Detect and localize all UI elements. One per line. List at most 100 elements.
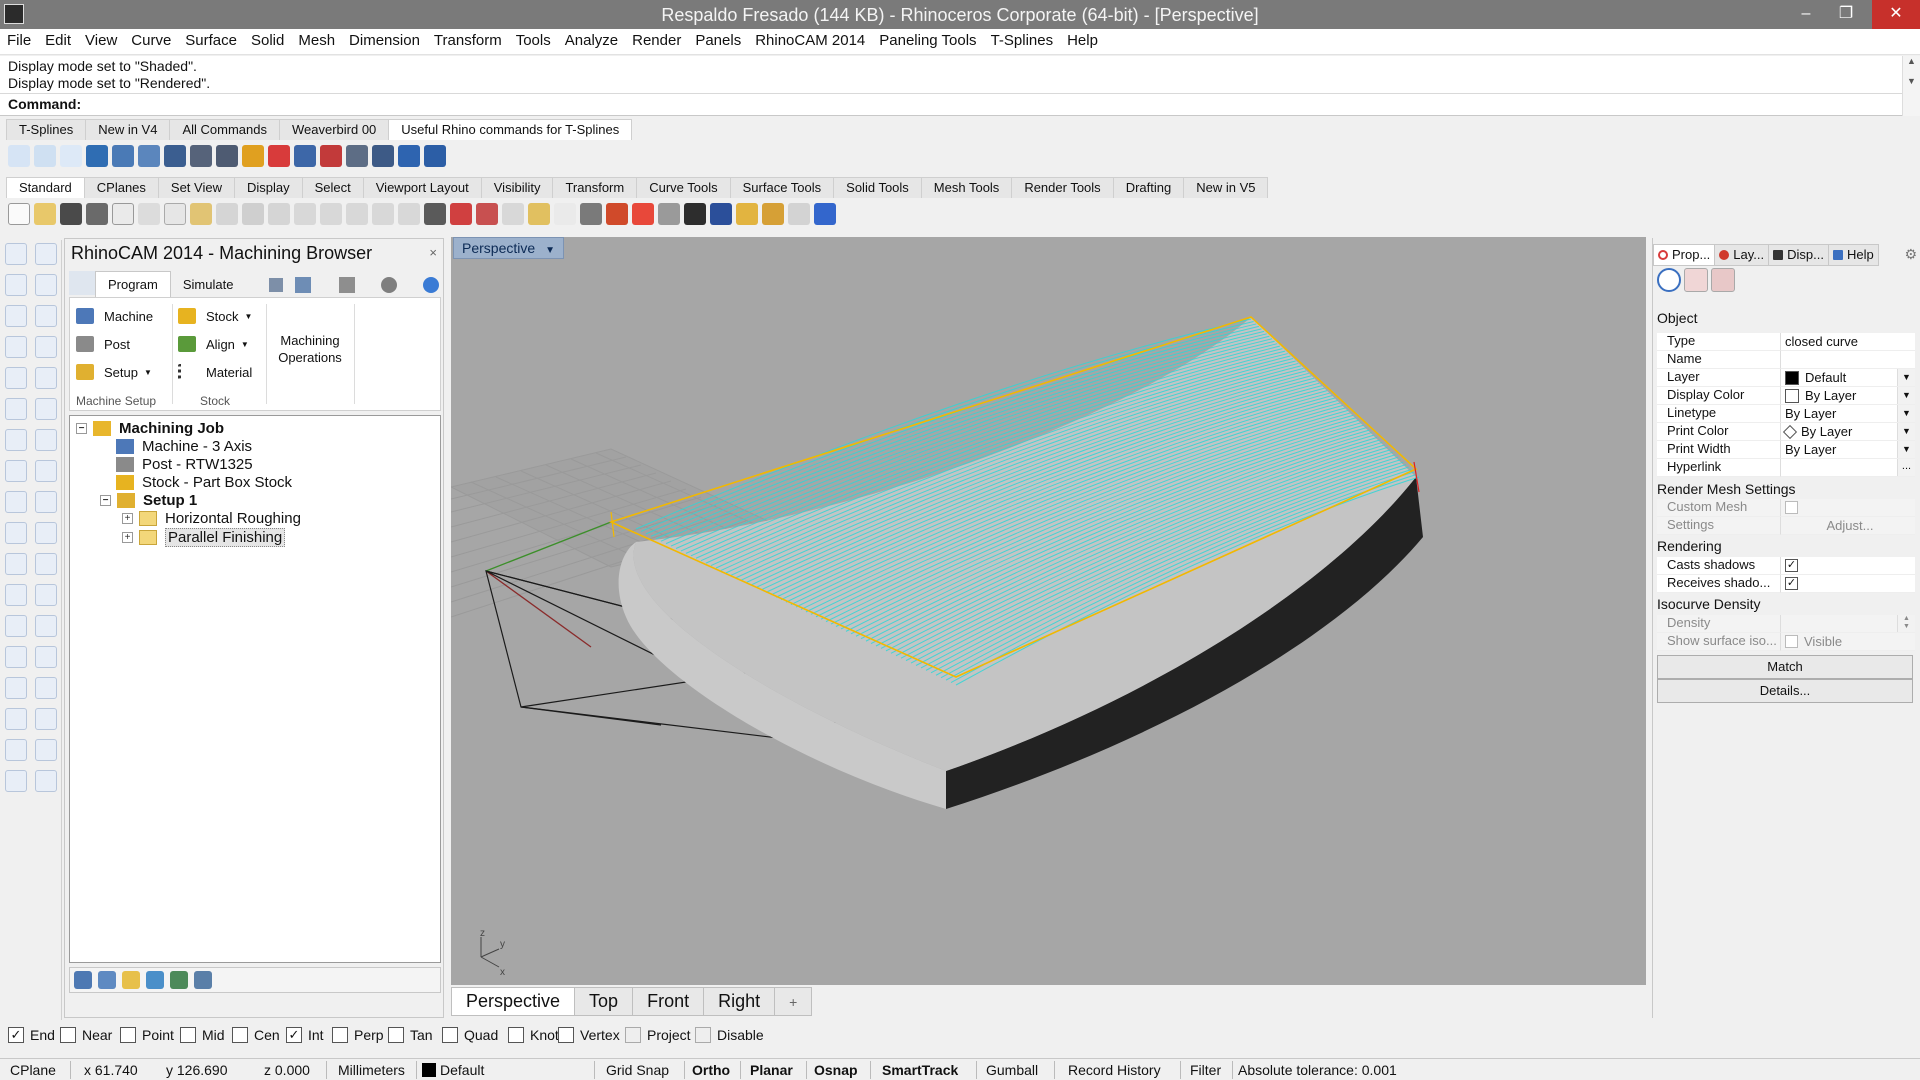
tab-curve-tools[interactable]: Curve Tools: [636, 177, 731, 198]
check-icon[interactable]: [35, 739, 57, 761]
tab-help[interactable]: Help: [1827, 244, 1879, 266]
tspline-plane-icon[interactable]: [164, 145, 186, 167]
arc-icon[interactable]: [5, 367, 27, 389]
shaded-sphere-icon[interactable]: [658, 203, 680, 225]
planar-toggle[interactable]: Planar: [750, 1062, 793, 1078]
collapse-icon[interactable]: [269, 278, 284, 293]
casts-shadows-checkbox[interactable]: ✓: [1785, 559, 1798, 572]
tab-set-view[interactable]: Set View: [157, 177, 235, 198]
osnap-checkbox[interactable]: [558, 1027, 574, 1043]
tab-transform[interactable]: Transform: [552, 177, 638, 198]
tab-all-commands[interactable]: All Commands: [169, 119, 280, 140]
tree-node-horizontal-roughing[interactable]: + Horizontal Roughing: [122, 510, 301, 527]
tab-tsplines[interactable]: T-Splines: [6, 119, 87, 140]
rendered-sphere-icon[interactable]: [684, 203, 706, 225]
menu-dimension[interactable]: Dimension: [342, 29, 427, 49]
undo-view-icon[interactable]: [398, 203, 420, 225]
grid-array-icon[interactable]: [5, 708, 27, 730]
help-icon[interactable]: [814, 203, 836, 225]
tab-weaverbird[interactable]: Weaverbird 00: [278, 119, 390, 140]
ellipse-icon[interactable]: [35, 305, 57, 327]
tspline-cube-icon[interactable]: [190, 145, 212, 167]
tab-program[interactable]: Program: [95, 271, 171, 297]
filter-icon[interactable]: [736, 203, 758, 225]
machine-button[interactable]: Machine: [76, 308, 153, 324]
fillet-curve-icon[interactable]: [35, 367, 57, 389]
boolean-icon[interactable]: [5, 491, 27, 513]
tree-node-job[interactable]: − Machining Job: [76, 420, 224, 437]
tspline-crease-icon[interactable]: [112, 145, 134, 167]
density-spinner[interactable]: ▲ ▼: [1897, 615, 1915, 632]
tab-display[interactable]: Display: [233, 177, 303, 198]
osnap-checkbox[interactable]: ✓: [8, 1027, 24, 1043]
tab-new-in-v5[interactable]: New in V5: [1183, 177, 1269, 198]
tree-node-parallel-finishing[interactable]: + Parallel Finishing: [122, 528, 286, 547]
save-icon[interactable]: [60, 203, 82, 225]
osnap-point[interactable]: Point: [120, 1027, 174, 1043]
gumball-toggle[interactable]: Gumball: [986, 1062, 1038, 1078]
car-icon[interactable]: [450, 203, 472, 225]
osnap-tan[interactable]: Tan: [388, 1027, 433, 1043]
browser-tools-icon[interactable]: [339, 277, 356, 294]
object-properties-icon[interactable]: [1657, 268, 1681, 292]
tab-viewport-layout[interactable]: Viewport Layout: [362, 177, 482, 198]
command-scrollbar[interactable]: ▲ ▼: [1902, 56, 1920, 116]
menu-surface[interactable]: Surface: [178, 29, 244, 49]
ortho-toggle[interactable]: Ortho: [692, 1062, 730, 1078]
osnap-checkbox[interactable]: [120, 1027, 136, 1043]
menu-help[interactable]: Help: [1060, 29, 1105, 49]
menu-curve[interactable]: Curve: [124, 29, 178, 49]
print-icon[interactable]: [86, 203, 108, 225]
close-button[interactable]: ✕: [1872, 0, 1920, 29]
chevron-down-icon[interactable]: ▼: [1897, 441, 1915, 458]
machining-operations-button[interactable]: Machining Operations: [270, 332, 350, 366]
cplane-icon[interactable]: [502, 203, 524, 225]
align-button[interactable]: Align ▼: [178, 336, 249, 352]
expand-toggle[interactable]: +: [122, 532, 133, 543]
tab-surface-tools[interactable]: Surface Tools: [729, 177, 835, 198]
loft-icon[interactable]: [35, 398, 57, 420]
tab-new-in-v4[interactable]: New in V4: [85, 119, 171, 140]
tspline-sphere-icon[interactable]: [60, 145, 82, 167]
layer-icon[interactable]: [606, 203, 628, 225]
tab-useful-rhino-commands[interactable]: Useful Rhino commands for T-Splines: [388, 119, 633, 140]
osnap-checkbox[interactable]: [60, 1027, 76, 1043]
visible-checkbox[interactable]: [1785, 635, 1798, 648]
tspline-extract-icon[interactable]: [320, 145, 342, 167]
filter-toggle[interactable]: Filter: [1190, 1062, 1221, 1078]
tab-simulate[interactable]: Simulate: [171, 272, 246, 297]
tspline-grid-icon[interactable]: [346, 145, 368, 167]
name-field[interactable]: [1781, 351, 1915, 369]
layer-select[interactable]: Default ▼: [1781, 369, 1915, 387]
four-view-icon[interactable]: [424, 203, 446, 225]
osnap-checkbox[interactable]: [332, 1027, 348, 1043]
dimension-tool-icon[interactable]: [35, 677, 57, 699]
menu-panels[interactable]: Panels: [688, 29, 748, 49]
new-file-icon[interactable]: [8, 203, 30, 225]
simulate-icon[interactable]: [146, 971, 164, 989]
tab-drafting[interactable]: Drafting: [1112, 177, 1185, 198]
custom-mesh-checkbox[interactable]: [1785, 501, 1798, 514]
tab-properties[interactable]: Prop...: [1653, 244, 1716, 266]
tspline-bridge-icon[interactable]: [424, 145, 446, 167]
osnap-checkbox[interactable]: ✓: [286, 1027, 302, 1043]
tab-render-tools[interactable]: Render Tools: [1011, 177, 1114, 198]
split-icon[interactable]: [35, 584, 57, 606]
browser-settings-icon[interactable]: [295, 277, 312, 294]
trim-icon[interactable]: [5, 584, 27, 606]
density-field[interactable]: ▲ ▼: [1781, 615, 1915, 633]
chevron-down-icon[interactable]: ▼: [1897, 405, 1915, 422]
surface-corner-icon[interactable]: [5, 398, 27, 420]
tree-node-stock[interactable]: Stock - Part Box Stock: [116, 474, 292, 491]
osnap-mid[interactable]: Mid: [180, 1027, 225, 1043]
tab-solid-tools[interactable]: Solid Tools: [833, 177, 922, 198]
menu-transform[interactable]: Transform: [427, 29, 509, 49]
viewport-tab-front[interactable]: Front: [632, 987, 705, 1016]
tab-cplanes[interactable]: CPlanes: [83, 177, 159, 198]
undo-icon[interactable]: [216, 203, 238, 225]
receives-shadows-checkbox[interactable]: ✓: [1785, 577, 1798, 590]
osnap-checkbox[interactable]: [625, 1027, 641, 1043]
rotate-view-icon[interactable]: [268, 203, 290, 225]
block-icon[interactable]: [5, 677, 27, 699]
panel-gear-icon[interactable]: ⚙: [1904, 246, 1917, 263]
